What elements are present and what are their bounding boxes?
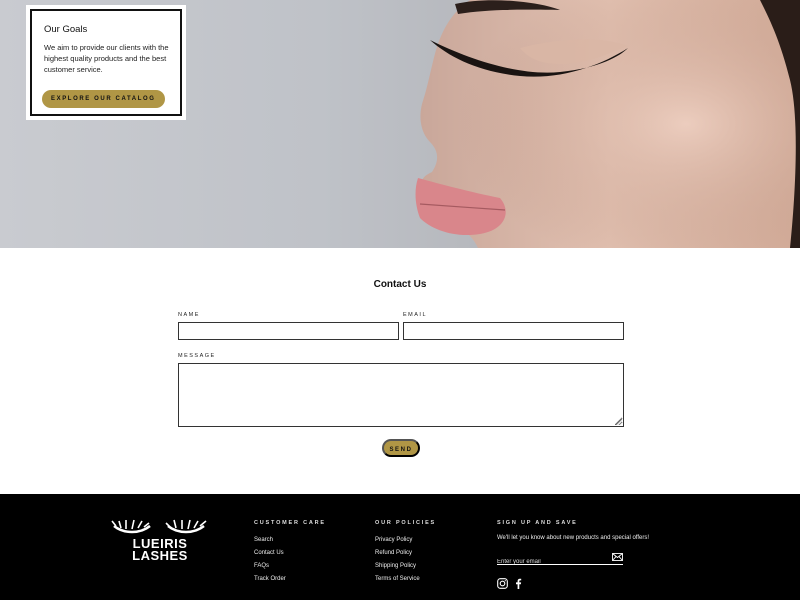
footer-link-refund-policy[interactable]: Refund Policy — [375, 549, 420, 562]
policies-list: Privacy Policy Refund Policy Shipping Po… — [375, 536, 420, 588]
goals-title: Our Goals — [44, 24, 88, 35]
newsletter-email-input[interactable] — [497, 555, 607, 569]
signup-description: We'll let you know about new products an… — [497, 535, 650, 541]
footer-link-privacy-policy[interactable]: Privacy Policy — [375, 536, 420, 549]
explore-catalog-button[interactable]: Explore our catalog — [42, 90, 165, 108]
envelope-icon[interactable] — [612, 553, 623, 561]
brand-logo[interactable]: LUEIRIS LASHES — [110, 518, 210, 568]
policies-title: Our Policies — [375, 520, 437, 526]
facebook-icon[interactable] — [513, 578, 524, 589]
message-field-wrapper — [178, 363, 624, 427]
goals-description: We aim to provide our clients with the h… — [44, 43, 169, 74]
instagram-icon[interactable] — [497, 578, 508, 589]
email-input[interactable] — [404, 323, 623, 340]
signup-title: Sign up and save — [497, 520, 578, 526]
message-textarea[interactable] — [179, 364, 623, 426]
resize-grip-icon[interactable] — [616, 419, 622, 425]
site-footer: LUEIRIS LASHES Customer Care Search Cont… — [0, 494, 800, 600]
lashes-logo-icon — [111, 519, 207, 534]
newsletter-form — [497, 550, 623, 569]
message-label: Message — [178, 353, 216, 359]
customer-care-list: Search Contact Us FAQs Track Order — [254, 536, 286, 588]
email-label: Email — [403, 312, 428, 318]
footer-link-shipping-policy[interactable]: Shipping Policy — [375, 562, 420, 575]
send-button[interactable]: Send — [382, 439, 420, 457]
footer-link-search[interactable]: Search — [254, 536, 286, 549]
footer-link-track-order[interactable]: Track Order — [254, 575, 286, 588]
name-input[interactable] — [179, 323, 398, 340]
name-label: Name — [178, 312, 200, 318]
contact-title: Contact Us — [373, 279, 427, 290]
goals-card: Our Goals We aim to provide our clients … — [26, 5, 186, 120]
footer-link-faqs[interactable]: FAQs — [254, 562, 286, 575]
customer-care-title: Customer Care — [254, 520, 326, 526]
footer-link-contact-us[interactable]: Contact Us — [254, 549, 286, 562]
email-field-wrapper — [403, 322, 624, 340]
hero-banner: Our Goals We aim to provide our clients … — [0, 0, 800, 248]
footer-link-terms-of-service[interactable]: Terms of Service — [375, 575, 420, 588]
name-field-wrapper — [178, 322, 399, 340]
logo-wordmark: LUEIRIS LASHES — [132, 536, 188, 563]
